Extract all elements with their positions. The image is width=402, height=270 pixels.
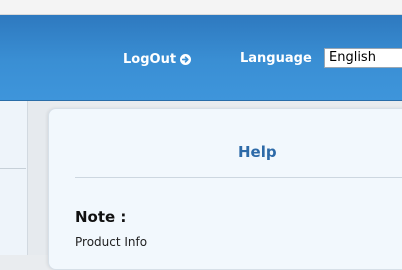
help-divider <box>75 177 402 178</box>
help-title: Help <box>238 143 277 161</box>
product-info-text: Product Info <box>75 235 148 249</box>
sidebar <box>0 101 28 255</box>
note-heading: Note : <box>75 208 127 226</box>
language-label: Language <box>240 51 312 66</box>
browser-top-strip <box>0 0 402 15</box>
logout-link[interactable]: LogOut <box>123 50 192 68</box>
sidebar-divider <box>0 168 26 169</box>
arrow-circle-right-icon <box>180 53 192 65</box>
content-gutter <box>28 101 50 255</box>
logout-label: LogOut <box>123 51 177 67</box>
language-select[interactable]: English <box>324 48 402 68</box>
